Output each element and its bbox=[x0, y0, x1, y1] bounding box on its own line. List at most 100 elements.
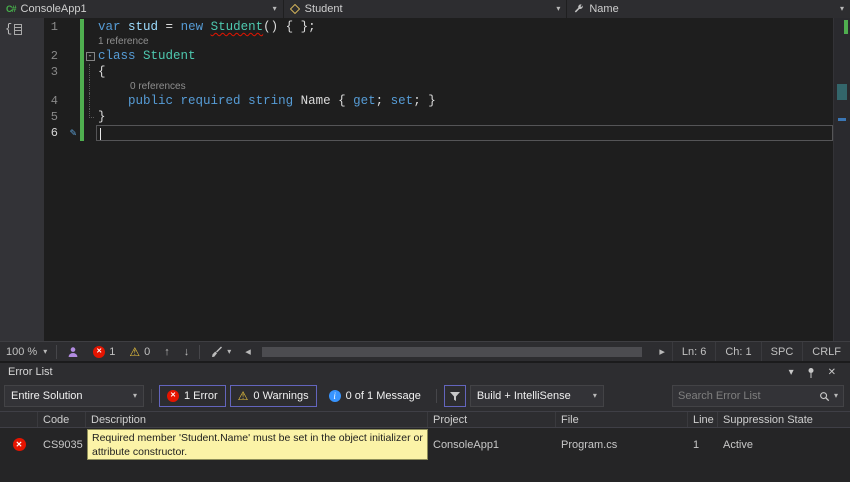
separator bbox=[435, 389, 437, 403]
scope-filter-dropdown[interactable]: Entire Solution ▾ bbox=[4, 385, 144, 407]
tooltip-line: attribute constructor. bbox=[92, 446, 188, 458]
info-icon: i bbox=[328, 390, 341, 402]
errors-filter-button[interactable]: ✕ 1 Error bbox=[159, 385, 226, 407]
header-icon-column[interactable] bbox=[0, 412, 38, 427]
chevron-down-icon: ▾ bbox=[840, 4, 845, 13]
window-position-icon[interactable]: ▾ bbox=[783, 367, 800, 378]
scroll-left-icon[interactable]: ◂ bbox=[238, 345, 258, 358]
edit-pencil-icon: ✎ bbox=[69, 128, 77, 140]
pin-icon[interactable] bbox=[800, 367, 822, 378]
line-number: 6 bbox=[50, 126, 58, 140]
code-line[interactable]: 4 public required string Name { get; set… bbox=[0, 93, 833, 109]
warning-icon: ⚠ bbox=[237, 389, 249, 403]
code-cleanup-button[interactable]: ▾ bbox=[203, 346, 238, 358]
source-filter-label: Build + IntelliSense bbox=[476, 390, 571, 402]
messages-filter-button[interactable]: i 0 of 1 Message bbox=[321, 385, 429, 407]
line-number bbox=[0, 35, 66, 48]
live-share-icon[interactable] bbox=[60, 346, 86, 358]
wrench-icon bbox=[573, 3, 584, 15]
source-filter-dropdown[interactable]: Build + IntelliSense ▾ bbox=[469, 385, 604, 407]
error-list-title-bar[interactable]: Error List ▾ ✕ bbox=[0, 363, 850, 381]
separator bbox=[151, 389, 152, 403]
warnings-filter-button[interactable]: ⚠ 0 Warnings bbox=[229, 385, 317, 407]
tooltip-line: Required member 'Student.Name' must be s… bbox=[92, 432, 423, 444]
project-dropdown[interactable]: C# ConsoleApp1 ▾ bbox=[0, 0, 284, 18]
cell-project: ConsoleApp1 bbox=[433, 438, 500, 451]
line-number bbox=[0, 80, 66, 93]
column-indicator: Ch: 1 bbox=[715, 342, 760, 361]
chevron-down-icon: ▾ bbox=[132, 391, 137, 400]
chevron-down-icon: ▾ bbox=[592, 391, 597, 400]
scope-filter-label: Entire Solution bbox=[11, 390, 83, 402]
code-line[interactable]: 5} bbox=[0, 109, 833, 125]
separator bbox=[56, 344, 58, 359]
separator bbox=[199, 344, 201, 359]
code-rows[interactable]: 1 var stud = new Student() { }; 1 referenc… bbox=[0, 19, 833, 141]
chevron-down-icon: ▾ bbox=[556, 4, 561, 13]
error-list-header: Code Description Project File Line Suppr… bbox=[0, 411, 850, 428]
cell-file: Program.cs bbox=[561, 438, 618, 451]
fold-collapse-icon[interactable]: - bbox=[85, 51, 95, 61]
header-project[interactable]: Project bbox=[428, 412, 556, 427]
project-dropdown-label: ConsoleApp1 bbox=[20, 3, 87, 15]
horizontal-scrollbar[interactable] bbox=[259, 345, 651, 358]
next-issue-icon[interactable]: ↓ bbox=[177, 346, 197, 358]
errors-filter-label: 1 Error bbox=[184, 390, 218, 402]
codelens-row[interactable]: 1 reference bbox=[0, 35, 833, 48]
header-line[interactable]: Line bbox=[688, 412, 718, 427]
error-list-toolbar: Entire Solution ▾ ✕ 1 Error ⚠ 0 Warnings… bbox=[0, 381, 850, 411]
description-tooltip: Required member 'Student.Name' must be s… bbox=[87, 429, 428, 460]
line-ending-indicator: CRLF bbox=[802, 342, 850, 361]
header-suppression-state[interactable]: Suppression State bbox=[718, 412, 850, 427]
vertical-scrollbar[interactable] bbox=[833, 18, 850, 341]
chevron-down-icon: ▾ bbox=[272, 4, 277, 13]
error-count-indicator[interactable]: ✕ 1 bbox=[86, 345, 122, 358]
member-dropdown-label: Name bbox=[589, 3, 619, 15]
chevron-down-icon[interactable]: ▾ bbox=[834, 392, 838, 400]
warnings-filter-label: 0 Warnings bbox=[253, 390, 309, 402]
error-icon: ✕ bbox=[12, 438, 26, 451]
scroll-right-icon[interactable]: ▸ bbox=[652, 345, 672, 358]
cell-line: 1 bbox=[693, 438, 700, 451]
broom-icon bbox=[212, 346, 223, 357]
zoom-control[interactable]: 100 % ▾ bbox=[0, 342, 53, 361]
previous-issue-icon[interactable]: ↑ bbox=[157, 346, 177, 358]
codelens-row[interactable]: 0 references bbox=[0, 80, 833, 93]
funnel-icon bbox=[449, 391, 460, 401]
change-overview-mark bbox=[844, 20, 848, 34]
header-code[interactable]: Code bbox=[38, 412, 86, 427]
cell-suppression-state: Active bbox=[723, 438, 753, 451]
line-number: 1 bbox=[50, 20, 58, 34]
warning-count-indicator[interactable]: ⚠ 0 bbox=[122, 346, 157, 358]
scrollbar-thumb[interactable] bbox=[261, 346, 643, 357]
header-description[interactable]: Description bbox=[86, 412, 428, 427]
error-list-body: ✕ CS9035 Required member 'Student.Name' mu… bbox=[0, 428, 850, 482]
class-icon bbox=[289, 4, 300, 14]
code-line[interactable]: 2- class Student bbox=[0, 48, 833, 64]
warning-count: 0 bbox=[144, 345, 151, 358]
code-line[interactable]: 3{ bbox=[0, 64, 833, 80]
filter-button[interactable] bbox=[443, 385, 466, 407]
header-file[interactable]: File bbox=[556, 412, 688, 427]
error-icon: ✕ bbox=[167, 390, 179, 402]
warning-icon: ⚠ bbox=[129, 344, 141, 359]
search-input[interactable] bbox=[678, 390, 815, 402]
messages-filter-label: 0 of 1 Message bbox=[345, 390, 421, 402]
code-line[interactable]: 6 ✎ bbox=[0, 125, 833, 141]
editor-status-bar: 100 % ▾ ✕ 1 ⚠ 0 ↑ ↓ ▾ ◂ ▸ Ln: 6 Ch: 1 SP… bbox=[0, 341, 850, 361]
error-icon: ✕ bbox=[93, 345, 106, 358]
scrollbar-thumb[interactable] bbox=[837, 84, 847, 100]
code-editor[interactable]: { 1 var stud = new Student() { }; 1 refere… bbox=[0, 18, 850, 341]
spaces-indicator: SPC bbox=[760, 342, 803, 361]
text-cursor bbox=[100, 128, 101, 140]
type-dropdown[interactable]: Student ▾ bbox=[284, 0, 568, 18]
chevron-down-icon: ▾ bbox=[43, 346, 48, 356]
codelens-label[interactable]: 1 reference bbox=[98, 36, 149, 47]
member-dropdown[interactable]: Name ▾ bbox=[567, 0, 850, 18]
editor-navigation-bar: C# ConsoleApp1 ▾ Student ▾ Name ▾ bbox=[0, 0, 850, 18]
codelens-label[interactable]: 0 references bbox=[98, 80, 186, 93]
caret-overview-mark bbox=[838, 118, 846, 121]
search-icon[interactable] bbox=[819, 391, 830, 402]
code-line[interactable]: 1 var stud = new Student() { }; bbox=[0, 19, 833, 35]
close-icon[interactable]: ✕ bbox=[822, 367, 842, 378]
